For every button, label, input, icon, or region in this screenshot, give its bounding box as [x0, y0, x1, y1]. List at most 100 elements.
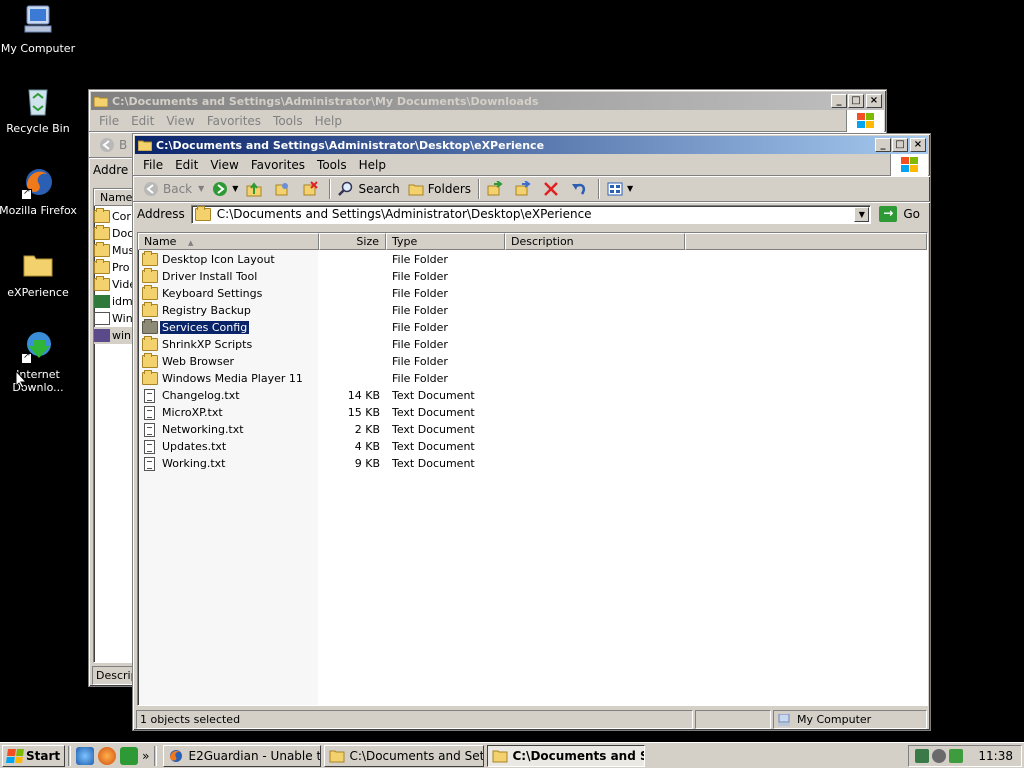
menu-view[interactable]: View: [160, 114, 200, 128]
views-button[interactable]: ▼: [603, 178, 637, 200]
back-arrow-icon: [99, 137, 115, 153]
start-button[interactable]: Start: [2, 744, 66, 767]
sort-ascending-icon: ▲: [187, 239, 194, 247]
windows-logo-icon: [6, 748, 24, 763]
show-desktop-icon[interactable]: [120, 746, 139, 765]
file-row[interactable]: Networking.txt 2 KB Text Document: [138, 421, 927, 438]
menu-edit[interactable]: Edit: [169, 158, 204, 172]
folder-icon: [142, 302, 158, 317]
menu-tools[interactable]: Tools: [311, 158, 353, 172]
file-row[interactable]: Windows Media Player 11 File Folder: [138, 370, 927, 387]
desktop-icon-recycle-bin[interactable]: Recycle Bin: [0, 84, 78, 135]
minimize-button[interactable]: _: [875, 138, 891, 152]
menu-view[interactable]: View: [204, 158, 244, 172]
file-row[interactable]: Desktop Icon Layout File Folder: [138, 251, 927, 268]
back-dropdown-icon[interactable]: ▼: [198, 184, 204, 193]
address-input[interactable]: C:\Documents and Settings\Administrator\…: [190, 204, 872, 224]
back-button[interactable]: B: [95, 134, 131, 156]
clock[interactable]: 11:38: [978, 749, 1013, 763]
file-name: Doc: [112, 227, 134, 240]
file-list-view[interactable]: Name ▲ Size Type Description Desktop Ico…: [137, 232, 928, 706]
go-button[interactable]: → Go: [877, 206, 926, 222]
file-name: Desktop Icon Layout: [162, 253, 275, 266]
file-name-cell: Networking.txt: [138, 422, 319, 437]
delete-folder-button[interactable]: [298, 178, 326, 200]
menu-tools[interactable]: Tools: [267, 114, 309, 128]
file-name-cell: Driver Install Tool: [138, 268, 319, 283]
file-row[interactable]: Changelog.txt 14 KB Text Document: [138, 387, 927, 404]
copy-to-button[interactable]: [270, 178, 298, 200]
forward-button[interactable]: ▼: [208, 178, 242, 200]
column-name-header[interactable]: Name ▲: [138, 233, 319, 250]
menu-help[interactable]: Help: [309, 114, 348, 128]
up-folder-button[interactable]: [242, 178, 270, 200]
desktop-icon-firefox[interactable]: Mozilla Firefox: [0, 166, 78, 217]
column-description-header[interactable]: Description: [505, 233, 685, 250]
file-name: Changelog.txt: [162, 389, 240, 402]
copy-button[interactable]: [511, 178, 539, 200]
address-bar: Address C:\Documents and Settings\Admini…: [133, 202, 930, 226]
address-dropdown-icon[interactable]: ▼: [854, 206, 870, 222]
go-label: Go: [903, 207, 920, 221]
file-row[interactable]: MicroXP.txt 15 KB Text Document: [138, 404, 927, 421]
folder-icon: [142, 353, 158, 368]
column-size-header[interactable]: Size: [319, 233, 386, 250]
firefox-icon[interactable]: [98, 746, 117, 765]
internet-explorer-icon[interactable]: [76, 746, 95, 765]
file-row[interactable]: Keyboard Settings File Folder: [138, 285, 927, 302]
taskbar-button-downloads[interactable]: C:\Documents and Settin...: [324, 744, 485, 767]
desktop-icon-my-computer[interactable]: My Computer: [0, 4, 78, 55]
file-name-cell: Web Browser: [138, 353, 319, 368]
desktop-icon-experience[interactable]: eXPerience: [0, 248, 78, 299]
security-icon[interactable]: [932, 749, 947, 763]
folder-icon: [142, 285, 158, 300]
menu-edit[interactable]: Edit: [125, 114, 160, 128]
back-button[interactable]: Back ▼: [139, 178, 208, 200]
close-button[interactable]: ×: [866, 94, 882, 108]
views-dropdown-icon[interactable]: ▼: [627, 184, 633, 193]
update-icon[interactable]: [949, 749, 964, 763]
move-to-button[interactable]: [483, 178, 511, 200]
file-row[interactable]: Working.txt 9 KB Text Document: [138, 455, 927, 472]
address-label: Addre: [93, 163, 129, 177]
forward-dropdown-icon[interactable]: ▼: [232, 184, 238, 193]
file-name-cell: Keyboard Settings: [138, 285, 319, 300]
quick-launch-more[interactable]: »: [142, 749, 149, 763]
window-titlebar[interactable]: C:\Documents and Settings\Administrator\…: [135, 136, 928, 154]
desktop-icon-internet-download-manager[interactable]: Internet Downlo...: [0, 330, 78, 394]
file-row[interactable]: Driver Install Tool File Folder: [138, 268, 927, 285]
menu-file[interactable]: File: [93, 114, 125, 128]
delete-button[interactable]: [539, 178, 567, 200]
file-row[interactable]: Web Browser File Folder: [138, 353, 927, 370]
explorer-window[interactable]: C:\Documents and Settings\Administrator\…: [132, 133, 931, 731]
file-name: Networking.txt: [162, 423, 244, 436]
file-row[interactable]: Updates.txt 4 KB Text Document: [138, 438, 927, 455]
text-document-icon: [144, 422, 155, 437]
mouse-cursor: [15, 369, 28, 392]
file-name: Updates.txt: [162, 440, 227, 453]
network-icon[interactable]: [915, 749, 930, 763]
taskbar-button-experience[interactable]: C:\Documents and Se...: [487, 744, 646, 767]
menu-favorites[interactable]: Favorites: [245, 158, 311, 172]
taskbar-button-e2guardian[interactable]: E2Guardian - Unable to l...: [163, 744, 322, 767]
undo-button[interactable]: [567, 178, 595, 200]
close-button[interactable]: ×: [910, 138, 926, 152]
column-type-header[interactable]: Type: [386, 233, 505, 250]
column-filler-header: [685, 233, 927, 250]
status-selection-count: 1 objects selected: [136, 710, 693, 729]
file-row[interactable]: ShrinkXP Scripts File Folder: [138, 336, 927, 353]
search-button[interactable]: Search: [334, 178, 403, 200]
menu-help[interactable]: Help: [353, 158, 392, 172]
file-row[interactable]: Registry Backup File Folder: [138, 302, 927, 319]
minimize-button[interactable]: _: [831, 94, 847, 108]
maximize-button[interactable]: □: [848, 94, 864, 108]
menu-file[interactable]: File: [137, 158, 169, 172]
folder-icon: [21, 248, 55, 282]
back-window-titlebar[interactable]: C:\Documents and Settings\Administrator\…: [91, 92, 884, 110]
maximize-button[interactable]: □: [892, 138, 908, 152]
folders-button[interactable]: Folders: [404, 178, 475, 200]
undo-icon: [571, 181, 587, 197]
menu-favorites[interactable]: Favorites: [201, 114, 267, 128]
file-type: Text Document: [392, 440, 475, 453]
file-row[interactable]: Services Config File Folder: [138, 319, 927, 336]
